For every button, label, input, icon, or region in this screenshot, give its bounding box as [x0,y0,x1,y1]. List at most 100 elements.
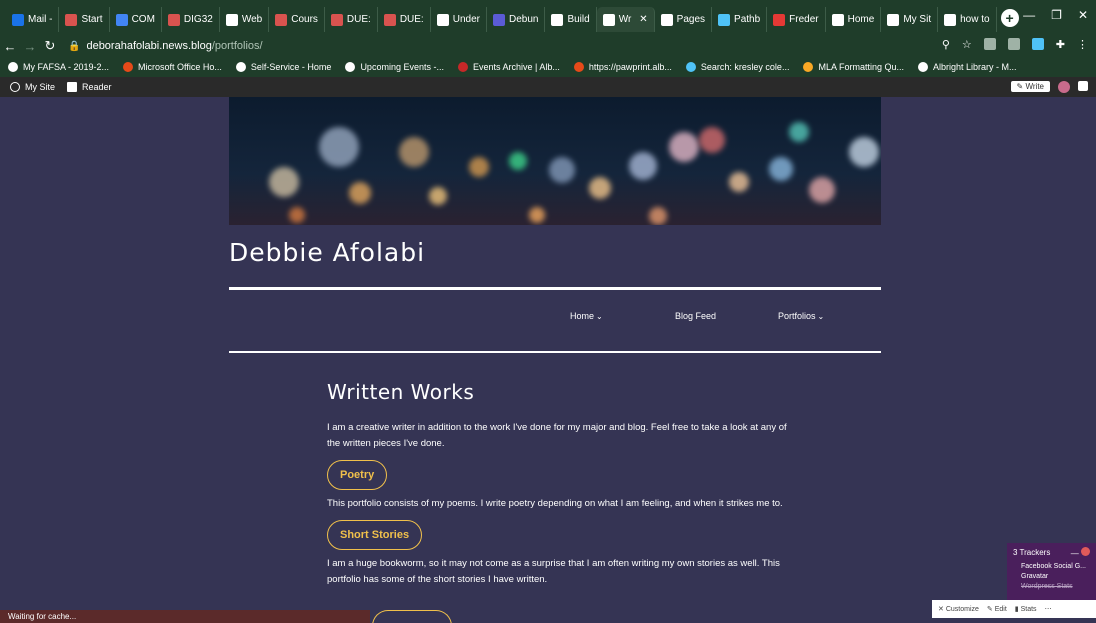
bookmark-item[interactable]: Events Archive | Alb... [457,62,560,72]
stats-button[interactable]: ▮ Stats [1015,605,1037,613]
tab-label: COM [131,14,155,25]
bookmark-label: Albright Library - M... [932,62,1017,72]
bookmark-favicon-icon [573,62,584,72]
browser-tab[interactable]: My Sit [881,7,939,32]
bookmark-item[interactable]: My FAFSA - 2019-2... [8,62,109,72]
red-flower-icon [65,13,78,26]
bookmark-item[interactable]: Albright Library - M... [917,62,1017,72]
tab-label: Pathb [734,14,761,25]
browser-tab[interactable]: DUE: [378,7,431,32]
nav-blog-feed[interactable]: Blog Feed [675,311,716,321]
site-title[interactable]: Debbie Afolabi [229,238,425,267]
bookmark-favicon-icon [8,62,18,72]
extension-icon[interactable] [1007,38,1020,50]
bookmark-item[interactable]: Upcoming Events -... [345,62,444,72]
tab-label: Pages [676,14,706,25]
close-icon[interactable]: ✕ [1078,8,1088,22]
extension-icon[interactable] [983,38,996,50]
puzzle-icon[interactable]: ✚ [1056,38,1065,51]
short-stories-button[interactable]: Short Stories [327,520,423,550]
browser-tab[interactable]: Home [826,7,882,32]
browser-tab[interactable]: Under [431,7,487,32]
bookmark-item[interactable]: Self-Service - Home [235,62,331,72]
bookmark-favicon-icon [235,62,246,72]
poetry-description: This portfolio consists of my poems. I w… [327,498,783,509]
third-portfolio-button[interactable] [372,610,452,623]
browser-tab[interactable]: DIG32 [162,7,220,32]
close-icon[interactable] [1081,547,1090,556]
minimize-icon[interactable]: — [1023,8,1035,22]
lock-icon: 🔒 [68,40,81,52]
browser-tab[interactable]: Start [59,7,110,32]
browser-tab[interactable]: Web [220,7,270,32]
back-arrow-icon[interactable]: ← [0,39,20,54]
tracker-item: Gravatar [1021,573,1049,580]
bookmark-favicon-icon [123,62,134,72]
tab-label: how to [960,14,990,25]
bar-chart-icon: ▮ [1014,606,1019,613]
write-button[interactable]: ✎ Write [1010,81,1050,92]
tracker-item: Facebook Social G... [1021,563,1086,570]
bookmark-item[interactable]: Search: kresley cole... [685,62,789,72]
bokeh-light [789,122,809,142]
bookmark-favicon-icon [685,62,696,72]
browser-tab[interactable]: Wr ✕ [596,7,655,32]
intro-text: I am a creative writer in addition to th… [327,422,787,449]
red-flower-icon [383,13,396,26]
notification-icon[interactable] [1078,81,1088,91]
extension-icon[interactable] [1031,38,1044,50]
avatar[interactable] [1058,81,1070,93]
restore-icon[interactable]: ❐ [1051,8,1062,22]
browser-tab[interactable]: Build [545,7,597,32]
more-vert-icon[interactable]: ⋮ [1077,38,1088,51]
wordpress-icon [602,13,615,26]
tab-label: Web [241,14,263,25]
nav-home[interactable]: Home ⌄ [570,311,603,321]
nav-portfolios[interactable]: Portfolios ⌄ [778,311,824,321]
red-flower-icon [330,13,343,26]
new-tab-button[interactable]: + [1000,8,1019,27]
poetry-button[interactable]: Poetry [327,460,388,490]
browser-tab[interactable]: Mail - [6,7,60,32]
edit-button[interactable]: ✎ Edit [987,605,1007,613]
reload-icon[interactable]: ↻ [40,38,60,54]
browser-tab[interactable]: Cours [269,7,325,32]
bookmark-item[interactable]: Microsoft Office Ho... [123,62,222,72]
browser-tab[interactable]: COM [110,7,162,32]
bookmark-item[interactable]: https://pawprint.alb... [573,62,672,72]
zoom-icon[interactable]: ⚲ [942,38,950,51]
browser-tab[interactable]: Freder [767,7,826,32]
sparkle-icon [718,13,731,26]
bokeh-light [429,187,447,205]
tab-label: Under [452,14,480,25]
tab-label: Cours [291,14,318,25]
more-icon[interactable]: ⋯ [1045,605,1052,613]
wordpress-icon [10,82,20,92]
browser-tab-strip: Mail - Start COM DIG32 Web Cours DUE: DUE: Under… [0,0,1096,35]
reader-link[interactable]: Reader [67,82,112,92]
bookmarks-bar: My FAFSA - 2019-2... Microsoft Office Ho.… [0,57,1096,77]
my-site-link[interactable]: My Site [10,82,55,92]
address-bar-actions: ⚲ ☆ ✚ ⋮ [942,38,1088,51]
browser-tab[interactable]: Pathb [712,7,768,32]
browser-tab[interactable]: how to [938,7,997,32]
bokeh-light [769,157,793,181]
browser-tab[interactable]: Pages [655,7,713,32]
bookmark-item[interactable]: MLA Formatting Qu... [803,62,904,72]
browser-tab[interactable]: DUE: [325,7,378,32]
forward-arrow-icon[interactable]: → [20,39,40,54]
bokeh-light [289,207,305,223]
browser-tab[interactable]: Debun [487,7,546,32]
status-bar: Waiting for cache... [0,610,370,623]
address-bar: ← → ↻ 🔒 deborahafolabi.news.blog/portfol… [0,35,1096,57]
url-field[interactable]: 🔒 deborahafolabi.news.blog/portfolios/ [68,40,263,52]
url-path: /portfolios/ [211,40,263,52]
docs-icon [115,13,128,26]
customize-button[interactable]: ✕ Customize [938,605,979,613]
close-tab-icon[interactable]: ✕ [639,14,647,25]
bookmark-star-icon[interactable]: ☆ [962,38,972,51]
tab-label: Debun [508,14,539,25]
bokeh-light [319,127,359,167]
stats-label: Stats [1020,606,1037,613]
tab-label: Wr [618,14,632,25]
